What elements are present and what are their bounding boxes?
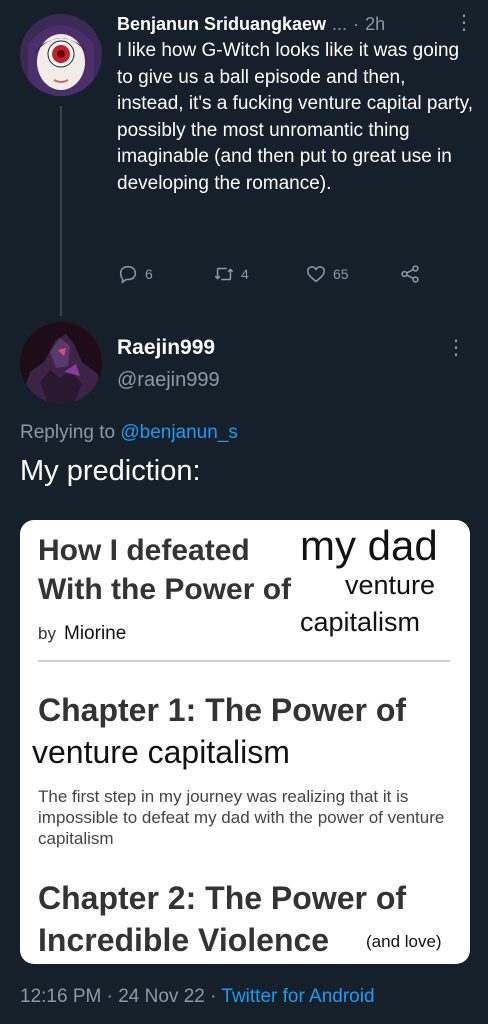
retweet-count: 4 (241, 266, 249, 282)
tweet-footer: 12:16 PM · 24 Nov 22 · Twitter for Andro… (20, 986, 375, 1008)
like-count: 65 (333, 266, 349, 282)
more-options-icon[interactable]: ⋮ (454, 12, 474, 34)
more-options-icon[interactable]: ⋮ (446, 337, 466, 359)
author-name[interactable]: Raejin999 (117, 336, 215, 360)
author-handle[interactable]: @raejin999 (117, 369, 220, 392)
image-title-line1: How I defeated (38, 534, 250, 567)
retweet-button[interactable]: 4 (213, 263, 305, 285)
meta-separator: · (353, 13, 360, 34)
heart-icon (306, 266, 326, 283)
avatar[interactable] (20, 322, 102, 404)
replying-label: Replying to (20, 422, 116, 443)
share-icon (401, 265, 419, 283)
image-handwritten-line3: capitalism (300, 607, 421, 637)
tweet-timestamp[interactable]: 12:16 PM (20, 986, 101, 1007)
image-title-line2: With the Power of (38, 573, 292, 606)
tweet-date[interactable]: 24 Nov 22 (118, 986, 205, 1007)
tweet-source-link[interactable]: Twitter for Android (221, 986, 374, 1007)
tweet-text: I like how G-Witch looks like it was goi… (117, 40, 474, 194)
replying-mention-link[interactable]: @benjanun_s (120, 422, 238, 443)
image-handwritten-line1: my dad (300, 522, 438, 569)
author-name[interactable]: Benjanun Sriduangkaew (117, 14, 326, 35)
share-button[interactable] (399, 263, 421, 285)
tweet-image[interactable]: How I defeated my dad With the Power of … (20, 520, 470, 964)
image-handwritten-line2: venture (345, 570, 436, 600)
image-chapter1-handwritten: venture capitalism (32, 734, 290, 770)
image-chapter2-note: (and love) (366, 932, 442, 951)
image-chapter1-heading: Chapter 1: The Power of (38, 692, 407, 728)
reply-icon (119, 265, 137, 284)
image-chapter2-heading-line2: Incredible Violence (38, 922, 330, 958)
replying-to: Replying to @benjanun_s (20, 422, 238, 444)
name-truncation: ... (332, 13, 348, 34)
image-author-name: Miorine (64, 623, 127, 644)
tweet-header: Benjanun Sriduangkaew ... · 2h ⋮ (117, 12, 474, 36)
thread-connector-line (60, 106, 62, 316)
image-chapter1-body: The first step in my journey was realizi… (38, 787, 445, 848)
avatar-illustration (20, 322, 102, 404)
image-by-label: by (38, 624, 56, 643)
reply-count: 6 (145, 266, 153, 282)
like-button[interactable]: 65 (305, 263, 399, 285)
image-chapter2-heading: Chapter 2: The Power of (38, 880, 407, 916)
image-divider (38, 660, 450, 662)
footer-separator: · (210, 986, 217, 1007)
avatar-illustration (20, 14, 102, 96)
avatar[interactable] (20, 14, 102, 96)
footer-separator: · (106, 986, 113, 1007)
tweet-time[interactable]: 2h (365, 14, 385, 35)
tweet-actions: 6 4 65 (117, 260, 437, 288)
retweet-icon (214, 267, 234, 281)
tweet-text: My prediction: (20, 455, 201, 487)
reply-button[interactable]: 6 (117, 263, 213, 285)
